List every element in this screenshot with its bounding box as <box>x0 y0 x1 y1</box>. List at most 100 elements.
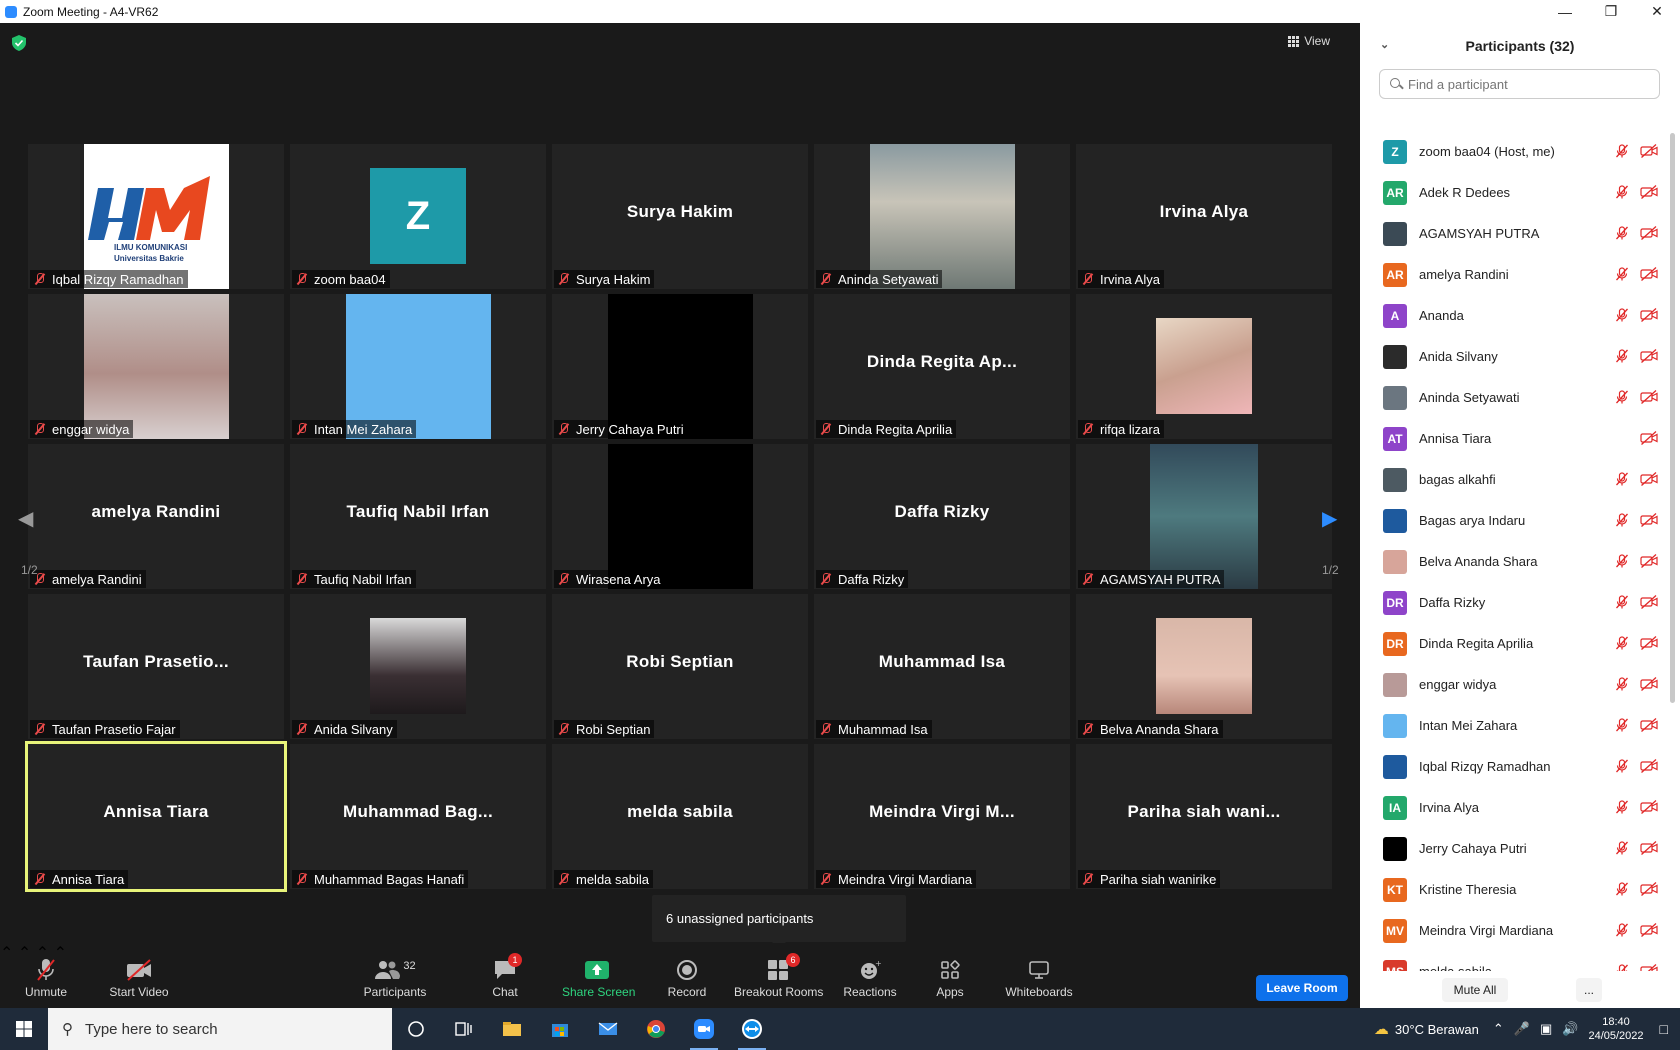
video-tile[interactable]: enggar widya <box>28 294 284 439</box>
video-off-icon[interactable] <box>1640 349 1658 363</box>
video-tile[interactable]: Muhammad Bag... Muhammad Bagas Hanafi <box>290 744 546 889</box>
find-participant-input[interactable] <box>1408 76 1648 92</box>
muted-mic-icon[interactable] <box>1615 964 1629 971</box>
video-tile[interactable]: Daffa Rizky Daffa Rizky <box>814 444 1070 589</box>
video-off-icon[interactable] <box>1640 718 1658 732</box>
participant-row[interactable]: MS melda sabila <box>1360 951 1670 971</box>
video-tile[interactable]: Irvina Alya Irvina Alya <box>1076 144 1332 289</box>
mail-icon[interactable] <box>584 1008 632 1050</box>
weather-text[interactable]: 30°C Berawan <box>1395 1022 1479 1037</box>
tray-chevron-icon[interactable]: ⌃ <box>1493 1021 1504 1037</box>
participant-row[interactable]: Zzoom baa04 (Host, me) <box>1360 131 1670 172</box>
video-tile[interactable]: AGAMSYAH PUTRA <box>1076 444 1332 589</box>
chrome-icon[interactable] <box>632 1008 680 1050</box>
muted-mic-icon[interactable] <box>1615 513 1629 527</box>
participant-list-scrollbar[interactable] <box>1670 133 1675 703</box>
view-button[interactable]: View <box>1288 34 1330 48</box>
video-off-icon[interactable] <box>1640 513 1658 527</box>
muted-mic-icon[interactable] <box>1615 677 1629 691</box>
video-tile[interactable]: Dinda Regita Ap... Dinda Regita Aprilia <box>814 294 1070 439</box>
video-off-icon[interactable] <box>1640 226 1658 240</box>
video-off-icon[interactable] <box>1640 841 1658 855</box>
video-off-icon[interactable] <box>1640 472 1658 486</box>
teamviewer-icon[interactable] <box>728 1008 776 1050</box>
more-options-button[interactable]: ... <box>1576 978 1602 1002</box>
participant-row[interactable]: DR Daffa Rizky <box>1360 582 1670 623</box>
record-button[interactable]: Record <box>664 957 710 999</box>
chat-button[interactable]: 1 Chat <box>488 953 522 999</box>
video-off-icon[interactable] <box>1640 800 1658 814</box>
participant-row[interactable]: AT Annisa Tiara <box>1360 418 1670 459</box>
breakout-rooms-button[interactable]: 6 Breakout Rooms <box>734 953 823 999</box>
video-tile[interactable]: Meindra Virgi M... Meindra Virgi Mardiana <box>814 744 1070 889</box>
windows-start-button[interactable] <box>0 1008 48 1050</box>
video-tile[interactable]: Wirasena Arya <box>552 444 808 589</box>
apps-button[interactable]: Apps <box>934 957 966 999</box>
muted-mic-icon[interactable] <box>1615 841 1629 855</box>
muted-mic-icon[interactable] <box>1615 185 1629 199</box>
muted-mic-icon[interactable] <box>1615 800 1629 814</box>
video-tile[interactable]: Taufan Prasetio... Taufan Prasetio Fajar <box>28 594 284 739</box>
participant-row[interactable]: DR Dinda Regita Aprilia <box>1360 623 1670 664</box>
audio-options-caret-icon[interactable]: ⌃ <box>0 945 13 962</box>
whiteboards-button[interactable]: Whiteboards <box>1003 957 1075 999</box>
minimize-icon[interactable]: — <box>1542 0 1588 23</box>
taskbar-clock[interactable]: 18:40 24/05/2022 <box>1588 1015 1643 1043</box>
video-off-icon[interactable] <box>1640 267 1658 281</box>
zoom-taskbar-icon[interactable] <box>680 1008 728 1050</box>
participant-row[interactable]: Intan Mei Zahara <box>1360 705 1670 746</box>
participant-row[interactable]: AGAMSYAH PUTRA <box>1360 213 1670 254</box>
participant-row[interactable]: IA Irvina Alya <box>1360 787 1670 828</box>
participant-row[interactable]: enggar widya <box>1360 664 1670 705</box>
leave-room-button[interactable]: Leave Room <box>1256 975 1348 1001</box>
participant-row[interactable]: Belva Ananda Shara <box>1360 541 1670 582</box>
muted-mic-icon[interactable] <box>1615 636 1629 650</box>
video-tile[interactable]: ILMU KOMUNIKASI Universitas Bakrie Iqbal R… <box>28 144 284 289</box>
volume-icon[interactable]: 🔊 <box>1562 1021 1578 1037</box>
close-icon[interactable]: ✕ <box>1634 0 1680 23</box>
video-tile[interactable]: rifqa lizara <box>1076 294 1332 439</box>
video-tile[interactable]: Taufiq Nabil Irfan Taufiq Nabil Irfan <box>290 444 546 589</box>
participant-row[interactable]: Jerry Cahaya Putri <box>1360 828 1670 869</box>
restore-icon[interactable]: ❐ <box>1588 0 1634 23</box>
mute-all-button[interactable]: Mute All <box>1442 978 1508 1002</box>
microphone-tray-icon[interactable]: 🎤 <box>1514 1021 1530 1037</box>
participants-button[interactable]: 32 Participants <box>360 957 430 999</box>
video-off-icon[interactable] <box>1640 882 1658 896</box>
muted-mic-icon[interactable] <box>1615 144 1629 158</box>
start-video-button[interactable]: Start Video <box>108 957 170 999</box>
muted-mic-icon[interactable] <box>1615 718 1629 732</box>
previous-page-arrow-icon[interactable]: ◀ <box>18 506 33 531</box>
participant-row[interactable]: Iqbal Rizqy Ramadhan <box>1360 746 1670 787</box>
muted-mic-icon[interactable] <box>1615 882 1629 896</box>
muted-mic-icon[interactable] <box>1615 390 1629 404</box>
taskbar-search-box[interactable]: ⚲ Type here to search <box>48 1008 392 1050</box>
video-tile[interactable]: Annisa Tiara Annisa Tiara <box>25 741 287 892</box>
microsoft-store-icon[interactable] <box>536 1008 584 1050</box>
next-page-arrow-icon[interactable]: ▶ <box>1322 506 1337 531</box>
video-off-icon[interactable] <box>1640 390 1658 404</box>
find-participant-field[interactable] <box>1379 69 1660 99</box>
share-screen-button[interactable]: Share Screen <box>562 957 635 999</box>
task-view-icon[interactable] <box>440 1008 488 1050</box>
muted-mic-icon[interactable] <box>1615 349 1629 363</box>
muted-mic-icon[interactable] <box>1615 759 1629 773</box>
video-tile[interactable]: Jerry Cahaya Putri <box>552 294 808 439</box>
participant-row[interactable]: Anida Silvany <box>1360 336 1670 377</box>
muted-mic-icon[interactable] <box>1615 472 1629 486</box>
participant-row[interactable]: Aninda Setyawati <box>1360 377 1670 418</box>
cortana-circle-icon[interactable] <box>392 1008 440 1050</box>
muted-mic-icon[interactable] <box>1615 267 1629 281</box>
video-tile[interactable]: Anida Silvany <box>290 594 546 739</box>
participant-row[interactable]: bagas alkahfi <box>1360 459 1670 500</box>
video-tile[interactable]: Aninda Setyawati <box>814 144 1070 289</box>
video-off-icon[interactable] <box>1640 595 1658 609</box>
unmute-button[interactable]: Unmute <box>22 957 70 999</box>
video-tile[interactable]: Robi Septian Robi Septian <box>552 594 808 739</box>
video-off-icon[interactable] <box>1640 144 1658 158</box>
video-tile[interactable]: Zzoom baa04 <box>290 144 546 289</box>
participant-row[interactable]: KT Kristine Theresia <box>1360 869 1670 910</box>
collapse-chevron-icon[interactable]: ⌄ <box>1380 38 1389 51</box>
video-tile[interactable]: Pariha siah wani... Pariha siah wanirike <box>1076 744 1332 889</box>
video-off-icon[interactable] <box>1640 554 1658 568</box>
